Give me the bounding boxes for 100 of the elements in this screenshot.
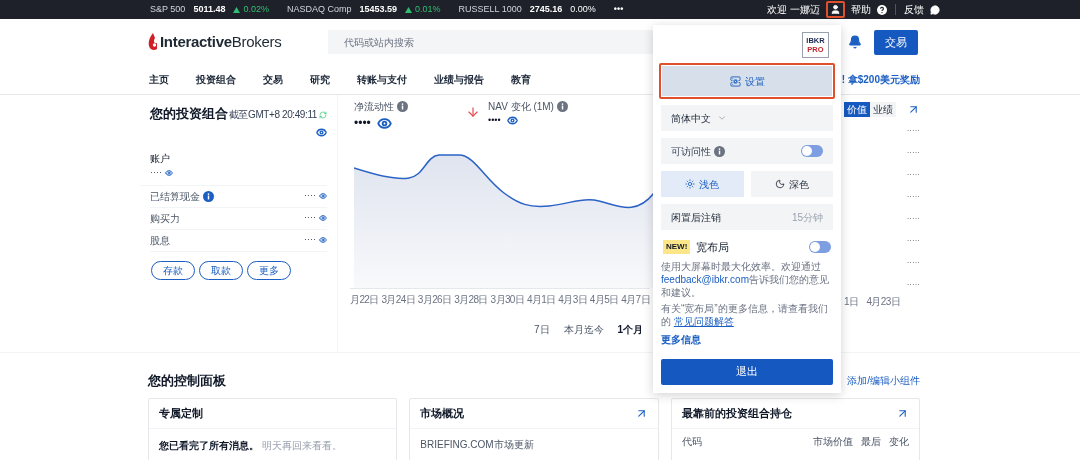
logout-button[interactable]: 退出 [661,358,833,385]
eye-icon[interactable] [376,115,392,131]
info-icon [397,101,408,112]
message-text: 您已看完了所有消息。 明天再回来看看。 [158,438,343,453]
row-label: 已结算现金 [150,189,200,204]
nav-item[interactable]: 业绩与报告 [434,72,484,87]
card-title: 专属定制 [159,405,203,421]
moon-icon [774,179,785,189]
axis-label: 4月1日 [526,293,556,307]
index-name: S&P 500 [150,2,186,16]
eye-icon[interactable] [319,236,327,244]
masked-value: ····· [906,280,920,289]
metric-label: 净流动性 [354,100,394,114]
axis-label: 月22日 [350,293,379,307]
masked-value: ····· [906,170,920,179]
account-value: ···· [150,166,162,179]
row-value: ···· [304,233,316,247]
bell-icon[interactable] [848,35,862,49]
eye-icon[interactable] [319,192,327,200]
chat-icon[interactable] [930,4,940,15]
faq-sentence: 有关“宽布局”的更多信息，请查看我们的 常见问题解答 [661,301,829,328]
up-triangle-icon [405,6,413,13]
nav-item[interactable]: 主页 [149,72,169,87]
more-menu[interactable]: ••• [613,2,624,17]
index-value: 5011.48 [193,2,226,16]
idle-logout-label: 闲置后注销 [671,210,721,225]
masked-value: ····· [906,148,920,157]
index-name: RUSSELL 1000 [458,2,522,16]
language-select[interactable]: 简体中文 [661,105,833,131]
sun-icon [685,179,696,189]
axis-label: 4月23日 [866,295,901,309]
column-header: 代码 [681,434,703,449]
settings-icon [729,75,741,87]
trade-button[interactable]: 交易 [874,29,918,55]
axis-label: 3月30日 [490,293,525,307]
range-tab[interactable]: 本月迄今 [563,322,604,337]
account-label: 账户 [150,152,171,166]
range-tab[interactable]: 7日 [534,322,550,337]
eye-icon[interactable] [319,214,327,222]
feedback-link[interactable]: 反馈 [904,2,924,17]
masked-value: ····· [906,126,920,135]
eye-icon[interactable] [506,115,518,127]
row-label: 购买力 [150,211,180,226]
metric-label: NAV 变化 (1M) [488,100,554,114]
timestamp: 截至GMT+8 20:49:11 [228,108,317,122]
help-link[interactable]: 帮助 [851,2,871,17]
axis-label: 4月3日 [558,293,588,307]
eye-icon[interactable] [165,168,173,177]
eye-icon[interactable] [316,127,327,138]
settings-button[interactable]: 设置 [662,66,832,96]
toggle-switch[interactable] [809,241,831,254]
faq-link[interactable]: 常见问题解答 [673,315,734,327]
card-title: 市场概况 [420,405,465,421]
range-tab[interactable]: 1个月 [617,322,644,337]
new-badge: NEW! [663,240,691,255]
row-label: 股息 [150,233,170,248]
nav-item[interactable]: 教育 [511,72,531,87]
idle-logout-row[interactable]: 闲置后注销 15分钟 [661,204,833,230]
column-header: 变化 [889,434,909,449]
caret-icon [717,113,727,123]
help-icon[interactable] [877,4,887,15]
nav-item[interactable]: 转账与支付 [357,72,407,87]
theme-option[interactable]: 深色 [750,171,833,197]
logo[interactable]: InteractiveBrokers [148,30,328,54]
column-header: 市场价值 [813,434,853,449]
logo-mark-icon [148,33,158,51]
logo-text: Interactive [160,32,232,50]
add-widget-link[interactable]: 添加/编辑小组件 [847,373,920,389]
news-source: BRIEFING.COM市场更新 [419,437,535,452]
nav-item[interactable]: 交易 [263,72,283,87]
masked-value: ····· [906,214,920,223]
user-icon [830,4,841,15]
theme-option[interactable]: 浅色 [661,171,744,197]
view-tab[interactable]: 价值 [844,102,870,117]
info-icon [714,145,725,157]
axis-label: 3月24日 [381,293,416,307]
index-change: 0.01% [415,2,441,16]
wide-layout-label: 宽布局 [696,240,730,255]
row-value: ···· [304,211,316,225]
axis-label: 3月26日 [417,293,452,307]
email-link[interactable]: feedback@ibkr.com [661,273,749,285]
index-change: 0.00% [570,2,596,16]
axis-label: 3月28日 [454,293,488,307]
more-info-link[interactable]: 更多信息 [661,331,701,347]
index-value: 2745.16 [529,2,563,16]
metric-value: •••• [354,115,371,132]
view-tab[interactable]: 业绩 [870,102,896,117]
row-value: ···· [304,189,316,203]
welcome-text: 欢迎 一娜迈 [767,3,820,17]
promo-link[interactable]: ! 拿$200美元奖励 [841,72,920,87]
axis-label: 4月7日 [621,293,650,307]
index-name: NASDAQ Comp [286,2,352,16]
accessibility-label: 可访问性 [671,144,711,159]
nav-item[interactable]: 研究 [310,72,330,87]
dashboard-title: 您的控制面板 [148,372,226,390]
user-button[interactable] [826,1,845,18]
toggle-switch[interactable] [801,145,823,157]
expand-arrow-icon[interactable] [907,103,920,116]
masked-value: ····· [906,192,920,201]
nav-item[interactable]: 投资组合 [196,72,236,87]
